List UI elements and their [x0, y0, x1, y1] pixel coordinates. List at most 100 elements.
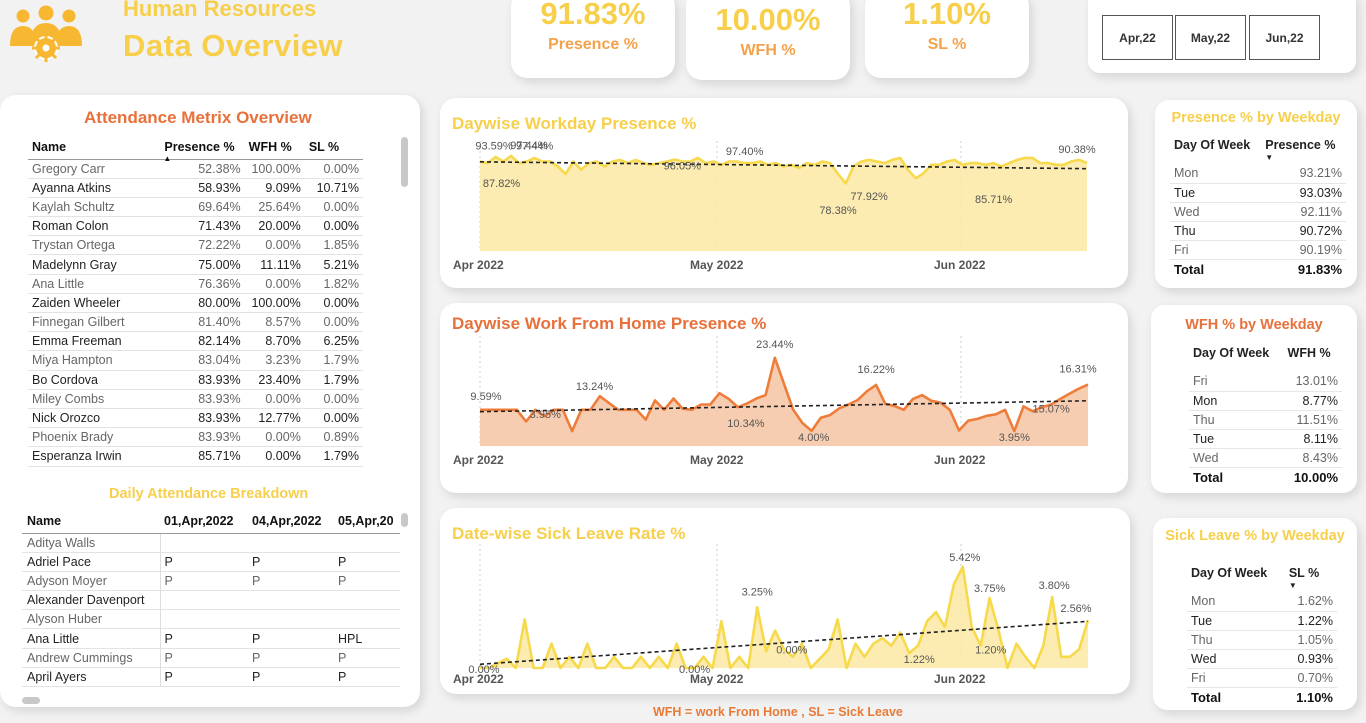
table-row[interactable]: Alexander Davenport — [22, 590, 400, 611]
col-day-of-week[interactable]: Day Of Week — [1187, 566, 1285, 592]
col-sl-pct[interactable]: SL % ▼ — [1285, 566, 1337, 592]
kpi-presence-card: 91.83% Presence % — [511, 0, 675, 78]
sl-value: 1.79% — [304, 446, 363, 467]
table-row[interactable]: Phoenix Brady 83.93% 0.00% 0.89% — [28, 427, 363, 448]
data-label: 13.24% — [576, 381, 614, 393]
kpi-wfh-label: WFH % — [740, 42, 796, 59]
month-button-apr[interactable]: Apr,22 — [1102, 15, 1173, 60]
table-row[interactable]: Nick Orozco 83.93% 12.77% 0.00% — [28, 408, 363, 429]
table-row[interactable]: Alyson Huber — [22, 609, 400, 630]
status-date-2: P — [248, 667, 334, 688]
col-sl[interactable]: SL % — [304, 135, 363, 160]
col-date-3[interactable]: 05,Apr,20 — [334, 509, 400, 534]
attendance-scrollbar[interactable] — [401, 137, 408, 187]
table-row[interactable]: Adyson Moyer P P P — [22, 571, 400, 592]
presence-value: 82.14% — [160, 331, 245, 352]
sl-chart-card: Date-wise Sick Leave Rate % Apr 2022 May … — [440, 508, 1130, 694]
col-presence-pct[interactable]: Presence % ▼ — [1261, 138, 1346, 164]
table-row[interactable]: Tue 1.22% — [1187, 611, 1337, 631]
table-row[interactable]: Ana Little P P HPL — [22, 628, 400, 649]
month-button-jun[interactable]: Jun,22 — [1249, 15, 1320, 60]
presence-value: 52.38% — [160, 159, 245, 179]
employee-name: Bo Cordova — [28, 370, 161, 390]
status-date-2: P — [248, 571, 334, 592]
table-row[interactable]: Thu 1.05% — [1187, 630, 1337, 651]
table-row[interactable]: Mon 1.62% — [1187, 592, 1337, 612]
data-label: 90.38% — [1058, 144, 1096, 156]
employee-name: Phoenix Brady — [28, 427, 161, 448]
table-row[interactable]: Zaiden Wheeler 80.00% 100.00% 0.00% — [28, 293, 363, 314]
status-date-3: P — [334, 648, 400, 668]
table-row[interactable]: Tue 8.11% — [1189, 429, 1342, 450]
status-date-1: P — [160, 648, 248, 668]
table-row[interactable]: Aditya Walls — [22, 533, 400, 553]
wfh-value: 0.00% — [244, 446, 305, 467]
col-day-of-week[interactable]: Day Of Week — [1170, 138, 1261, 164]
table-row[interactable]: Kaylah Schultz 69.64% 25.64% 0.00% — [28, 197, 363, 218]
daily-scrollbar-v[interactable] — [401, 513, 408, 527]
weekday-value: 0.93% — [1284, 649, 1337, 670]
table-row[interactable]: Bo Cordova 83.93% 23.40% 1.79% — [28, 370, 363, 390]
table-row[interactable]: Trystan Ortega 72.22% 0.00% 1.85% — [28, 235, 363, 256]
daily-scrollbar-h[interactable] — [22, 697, 40, 704]
weekday-value: 1.62% — [1284, 592, 1337, 612]
table-row[interactable]: Tue 93.03% — [1170, 183, 1346, 203]
page-subtitle: Data Overview — [123, 28, 344, 63]
table-row[interactable]: Madelynn Gray 75.00% 11.11% 5.21% — [28, 254, 363, 275]
wfh-weekday-card: WFH % by Weekday Day Of Week WFH % Fri 13… — [1151, 305, 1357, 493]
sl-value: 6.25% — [304, 331, 363, 352]
table-row[interactable]: Ayanna Atkins 58.93% 9.09% 10.71% — [28, 178, 363, 198]
wfh-weekday-title: WFH % by Weekday — [1185, 317, 1323, 333]
table-row[interactable]: Finnegan Gilbert 81.40% 8.57% 0.00% — [28, 312, 363, 333]
table-row[interactable]: Adriel Pace P P P — [22, 552, 400, 572]
col-wfh[interactable]: WFH % — [244, 135, 305, 160]
table-row[interactable]: Mon 93.21% — [1170, 164, 1346, 184]
table-row[interactable]: Fri 13.01% — [1189, 372, 1342, 392]
presence-chart: Apr 2022 May 2022 Jun 2022 93.59%97.44% 87.8… — [453, 140, 1096, 272]
month-button-may[interactable]: May,22 — [1175, 15, 1246, 60]
employee-name: Zaiden Wheeler — [28, 293, 161, 314]
table-row[interactable]: Fri 0.70% — [1187, 668, 1337, 689]
attendance-card: Attendance Metrix Overview Name Presence… — [0, 95, 420, 707]
weekday-value: 8.11% — [1283, 429, 1342, 450]
weekday-name: Tue — [1170, 183, 1262, 203]
table-row[interactable]: Wed 8.43% — [1189, 448, 1342, 469]
table-row[interactable]: Fri 90.19% — [1170, 240, 1346, 261]
employee-name: Alyson Huber — [22, 609, 161, 630]
table-row[interactable]: Miley Combs 83.93% 0.00% 0.00% — [28, 389, 363, 409]
presence-value: 76.36% — [160, 274, 245, 294]
status-date-2 — [248, 609, 334, 630]
col-daily-name[interactable]: Name — [22, 509, 160, 534]
col-day-of-week[interactable]: Day Of Week — [1189, 346, 1284, 372]
weekday-name: Mon — [1170, 164, 1262, 184]
table-row[interactable]: Mon 8.77% — [1189, 391, 1342, 411]
table-row[interactable]: Esperanza Irwin 85.71% 0.00% 1.79% — [28, 446, 363, 467]
kpi-sl-card: 1.10% SL % — [865, 0, 1029, 78]
col-presence[interactable]: Presence % ▲ — [160, 135, 245, 163]
table-row[interactable]: Wed 92.11% — [1170, 202, 1346, 223]
data-label: 97.40% — [726, 146, 764, 158]
total-value: 91.83% — [1261, 259, 1346, 280]
kpi-wfh-card: 10.00% WFH % — [686, 0, 850, 80]
col-presence-label: Presence % — [164, 139, 235, 154]
col-date-2[interactable]: 04,Apr,2022 — [248, 509, 334, 534]
sl-value: 5.21% — [304, 254, 363, 275]
table-row[interactable]: Ana Little 76.36% 0.00% 1.82% — [28, 274, 363, 294]
x-tick-label: Apr 2022 — [453, 453, 504, 467]
presence-chart-card: Daywise Workday Presence % Apr 2022 May 2… — [440, 98, 1128, 288]
weekday-value: 0.70% — [1284, 668, 1337, 689]
table-row[interactable]: Thu 90.72% — [1170, 221, 1346, 242]
table-row[interactable]: Miya Hampton 83.04% 3.23% 1.79% — [28, 350, 363, 371]
col-name[interactable]: Name — [28, 135, 161, 160]
table-row[interactable]: Thu 11.51% — [1189, 410, 1342, 431]
table-row[interactable]: Gregory Carr 52.38% 100.00% 0.00% — [28, 159, 363, 179]
table-row[interactable]: Emma Freeman 82.14% 8.70% 6.25% — [28, 331, 363, 352]
col-date-1[interactable]: 01,Apr,2022 — [160, 509, 248, 534]
table-row[interactable]: April Ayers P P P — [22, 667, 400, 688]
sl-value: 10.71% — [304, 178, 363, 198]
table-row[interactable]: Roman Colon 71.43% 20.00% 0.00% — [28, 216, 363, 237]
table-row[interactable]: Andrew Cummings P P P — [22, 648, 400, 668]
table-row[interactable]: Wed 0.93% — [1187, 649, 1337, 670]
employee-name: Ana Little — [28, 274, 161, 294]
col-wfh-pct[interactable]: WFH % — [1284, 346, 1342, 372]
